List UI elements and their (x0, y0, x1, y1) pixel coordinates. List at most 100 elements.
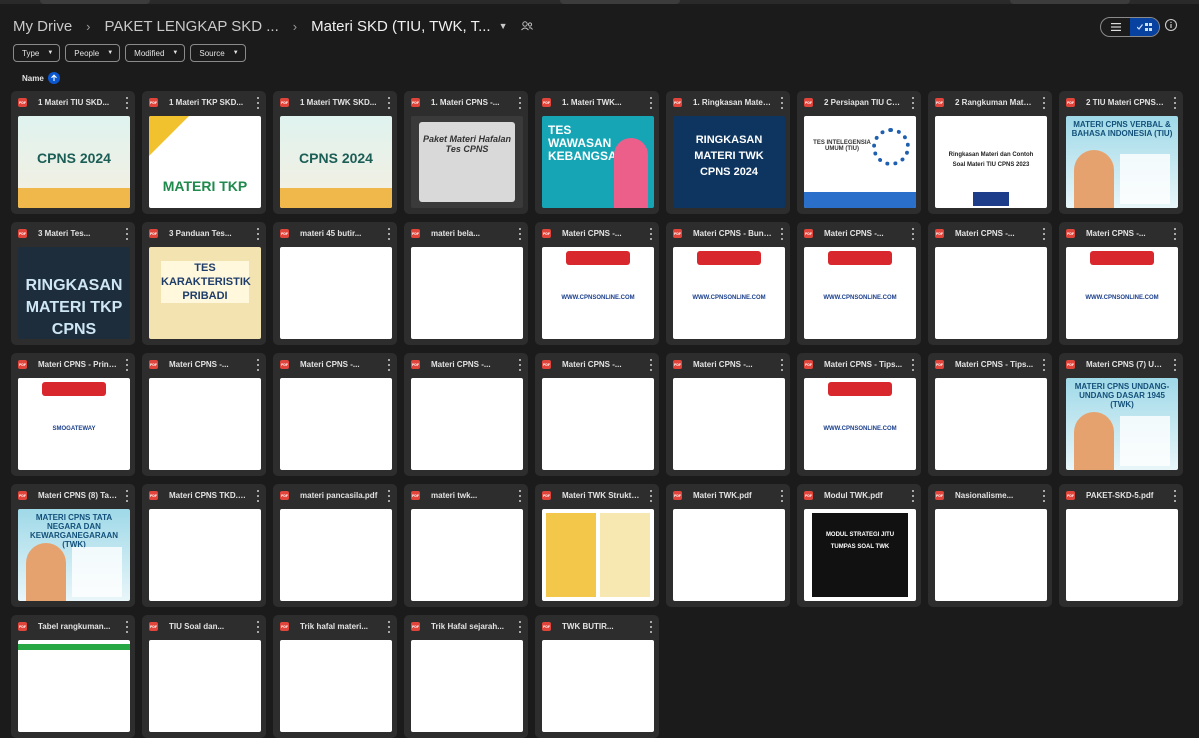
file-card[interactable]: PDF Materi CPNS -... WWW.CPNSONLINE.COM (1059, 222, 1183, 345)
file-card[interactable]: PDF 1 Materi TIU SKD... CPNS 2024 (11, 91, 135, 214)
more-options-icon[interactable] (123, 228, 131, 240)
more-options-icon[interactable] (909, 228, 917, 240)
file-thumbnail[interactable]: RINGKASAN MATERI TWK CPNS 2024 (673, 116, 785, 208)
file-card[interactable]: PDF TIU Soal dan... (142, 615, 266, 738)
breadcrumb-parent-folder[interactable]: PAKET LENGKAP SKD ... (105, 18, 279, 35)
more-options-icon[interactable] (778, 97, 786, 109)
more-options-icon[interactable] (778, 228, 786, 240)
file-thumbnail[interactable]: MODUL STRATEGI JITU TUMPAS SOAL TWK (804, 509, 916, 601)
file-card[interactable]: PDF materi 45 butir... (273, 222, 397, 345)
file-card[interactable]: PDF 1 Materi TKP SKD... MATERI TKP (142, 91, 266, 214)
file-card[interactable]: PDF PAKET-SKD-5.pdf (1059, 484, 1183, 607)
more-options-icon[interactable] (1040, 490, 1048, 502)
breadcrumb-my-drive[interactable]: My Drive (13, 18, 72, 35)
file-card[interactable]: PDF Trik hafal materi... (273, 615, 397, 738)
file-thumbnail[interactable] (280, 247, 392, 339)
more-options-icon[interactable] (254, 359, 262, 371)
filter-modified[interactable]: Modified ▼ (125, 44, 186, 62)
file-thumbnail[interactable] (542, 378, 654, 470)
filter-people[interactable]: People ▼ (65, 44, 121, 62)
file-card[interactable]: PDF Materi CPNS - Tips... WWW.CPNSONLINE.C… (797, 353, 921, 476)
file-thumbnail[interactable] (411, 509, 523, 601)
more-options-icon[interactable] (909, 490, 917, 502)
more-options-icon[interactable] (254, 621, 262, 633)
file-thumbnail[interactable] (935, 247, 1047, 339)
file-thumbnail[interactable] (18, 640, 130, 732)
more-options-icon[interactable] (254, 228, 262, 240)
more-options-icon[interactable] (1040, 97, 1048, 109)
file-card[interactable]: PDF Tabel rangkuman... (11, 615, 135, 738)
file-thumbnail[interactable] (673, 509, 785, 601)
file-card[interactable]: PDF Materi CPNS -... (928, 222, 1052, 345)
filter-source[interactable]: Source ▼ (190, 44, 246, 62)
filter-type[interactable]: Type ▼ (13, 44, 61, 62)
file-thumbnail[interactable]: WWW.CPNSONLINE.COM (804, 247, 916, 339)
more-options-icon[interactable] (1040, 228, 1048, 240)
file-thumbnail[interactable]: WWW.CPNSONLINE.COM (542, 247, 654, 339)
more-options-icon[interactable] (647, 359, 655, 371)
file-thumbnail[interactable]: TES WAWASAN KEBANGSAAN (542, 116, 654, 208)
file-card[interactable]: PDF 1. Materi CPNS -... Paket Materi Hafal… (404, 91, 528, 214)
more-options-icon[interactable] (123, 621, 131, 633)
list-view-button[interactable] (1101, 18, 1130, 36)
file-card[interactable]: PDF TWK BUTIR... (535, 615, 659, 738)
more-options-icon[interactable] (647, 228, 655, 240)
file-thumbnail[interactable]: Paket Materi Hafalan Tes CPNS (411, 116, 523, 208)
more-options-icon[interactable] (123, 97, 131, 109)
file-card[interactable]: PDF Materi CPNS - Bund... WWW.CPNSONLINE.C… (666, 222, 790, 345)
file-card[interactable]: PDF Materi CPNS (8) Tat... MATERI CPNS TAT… (11, 484, 135, 607)
file-card[interactable]: PDF 2 TIU Materi CPNS (1... MATERI CPNS VE… (1059, 91, 1183, 214)
file-thumbnail[interactable]: WWW.CPNSONLINE.COM (673, 247, 785, 339)
file-card[interactable]: PDF 2 Persiapan TIU CPN... TES INTELEGENSI… (797, 91, 921, 214)
file-card[interactable]: PDF Materi CPNS (7) UU... MATERI CPNS UNDA… (1059, 353, 1183, 476)
file-thumbnail[interactable]: CPNS 2024 (280, 116, 392, 208)
file-card[interactable]: PDF Materi CPNS - Tips... (928, 353, 1052, 476)
file-card[interactable]: PDF Materi CPNS -... (142, 353, 266, 476)
file-thumbnail[interactable] (1066, 509, 1178, 601)
file-card[interactable]: PDF Materi CPNS -... (404, 353, 528, 476)
file-card[interactable]: PDF 3 Materi Tes... RINGKASAN MATERI TKP C… (11, 222, 135, 345)
more-options-icon[interactable] (1171, 490, 1179, 502)
more-options-icon[interactable] (254, 97, 262, 109)
more-options-icon[interactable] (647, 621, 655, 633)
file-card[interactable]: PDF Nasionalisme... (928, 484, 1052, 607)
file-card[interactable]: PDF 1. Ringkasan Materi... RINGKASAN MATER… (666, 91, 790, 214)
file-thumbnail[interactable]: TES INTELEGENSIA UMUM (TIU) (804, 116, 916, 208)
more-options-icon[interactable] (385, 490, 393, 502)
file-card[interactable]: PDF materi pancasila.pdf (273, 484, 397, 607)
file-thumbnail[interactable]: MATERI CPNS UNDANG-UNDANG DASAR 1945 (TW… (1066, 378, 1178, 470)
more-options-icon[interactable] (1171, 97, 1179, 109)
more-options-icon[interactable] (123, 359, 131, 371)
more-options-icon[interactable] (516, 359, 524, 371)
sort-direction-button[interactable] (47, 72, 60, 84)
file-thumbnail[interactable]: MATERI CPNS VERBAL & BAHASA INDONESIA (T… (1066, 116, 1178, 208)
file-card[interactable]: PDF materi bela... (404, 222, 528, 345)
more-options-icon[interactable] (516, 228, 524, 240)
more-options-icon[interactable] (516, 490, 524, 502)
more-options-icon[interactable] (254, 490, 262, 502)
file-card[interactable]: PDF 1 Materi TWK SKD... CPNS 2024 (273, 91, 397, 214)
file-thumbnail[interactable]: TES KARAKTERISTIK PRIBADI (149, 247, 261, 339)
file-card[interactable]: PDF 2 Rangkuman Materi... Ringkasan Materi… (928, 91, 1052, 214)
file-thumbnail[interactable] (935, 509, 1047, 601)
file-card[interactable]: PDF Trik Hafal sejarah... (404, 615, 528, 738)
file-thumbnail[interactable] (280, 640, 392, 732)
file-thumbnail[interactable]: MATERI CPNS TATA NEGARA DAN KEWARGANEGAR… (18, 509, 130, 601)
file-card[interactable]: PDF materi twk... (404, 484, 528, 607)
more-options-icon[interactable] (385, 621, 393, 633)
file-thumbnail[interactable] (411, 378, 523, 470)
file-card[interactable]: PDF 3 Panduan Tes... TES KARAKTERISTIK PRI… (142, 222, 266, 345)
caret-down-icon[interactable]: ▼ (499, 21, 508, 31)
more-options-icon[interactable] (385, 359, 393, 371)
more-options-icon[interactable] (123, 490, 131, 502)
file-thumbnail[interactable] (411, 640, 523, 732)
file-thumbnail[interactable]: MATERI TKP (149, 116, 261, 208)
file-card[interactable]: PDF Materi CPNS -... WWW.CPNSONLINE.COM (797, 222, 921, 345)
file-thumbnail[interactable] (149, 509, 261, 601)
more-options-icon[interactable] (516, 621, 524, 633)
file-thumbnail[interactable] (149, 378, 261, 470)
file-card[interactable]: PDF Materi CPNS -... (535, 353, 659, 476)
file-thumbnail[interactable]: WWW.CPNSONLINE.COM (804, 378, 916, 470)
file-thumbnail[interactable]: Ringkasan Materi dan Contoh Soal Materi … (935, 116, 1047, 208)
file-card[interactable]: PDF Materi TWK.pdf (666, 484, 790, 607)
